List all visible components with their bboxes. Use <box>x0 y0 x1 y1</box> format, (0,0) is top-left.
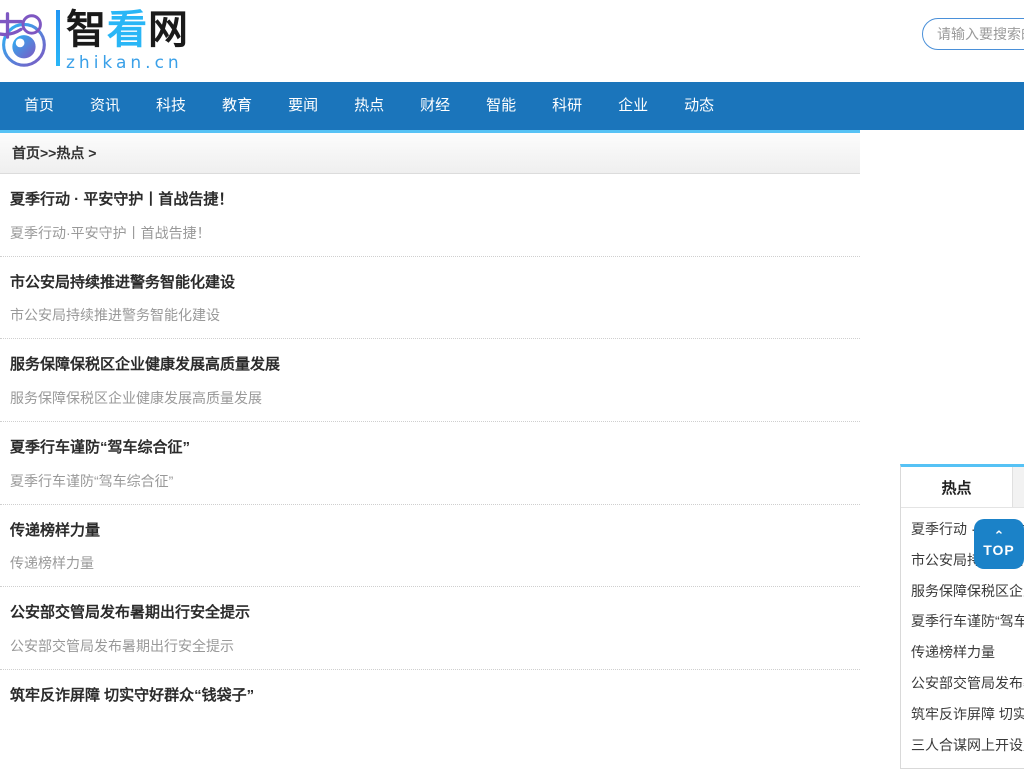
news-description: 市公安局持续推进警务智能化建设 <box>10 307 220 324</box>
nav-item-education[interactable]: 教育 <box>204 82 270 130</box>
nav-item-research[interactable]: 科研 <box>534 82 600 130</box>
back-to-top-label: TOP <box>983 542 1015 558</box>
news-title[interactable]: 夏季行车谨防“驾车综合征” <box>10 438 850 458</box>
breadcrumb-text[interactable]: 首页>>热点 > <box>12 143 96 163</box>
search-input[interactable] <box>923 26 1024 42</box>
logo-text: 智看网 zhikan.cn <box>66 8 189 72</box>
back-to-top-button[interactable]: ⌃ TOP <box>974 519 1024 569</box>
news-title[interactable]: 公安部交管局发布暑期出行安全提示 <box>10 603 850 623</box>
sidebar-list-item[interactable]: 筑牢反诈屏障 切实守好群众“钱袋子” <box>901 699 1024 730</box>
news-list-item[interactable]: 传递榜样力量 传递榜样力量 <box>0 505 860 588</box>
breadcrumb: 首页>>热点 > <box>0 130 860 174</box>
nav-item-smart[interactable]: 智能 <box>468 82 534 130</box>
nav-item-headlines[interactable]: 要闻 <box>270 82 336 130</box>
news-title[interactable]: 夏季行动 · 平安守护丨首战告捷！ <box>10 190 850 210</box>
sidebar-tabs: 热点 <box>901 467 1024 508</box>
news-title[interactable]: 传递榜样力量 <box>10 521 850 541</box>
news-list-item[interactable]: 服务保障保税区企业健康发展高质量发展 服务保障保税区企业健康发展高质量发展 <box>0 339 860 423</box>
sidebar-list-item[interactable]: 夏季行车谨防“驾车综合征” <box>901 606 1024 637</box>
news-title[interactable]: 市公安局持续推进警务智能化建设 <box>10 273 850 293</box>
nav-item-tech[interactable]: 科技 <box>138 82 204 130</box>
page-content: 首页>>热点 > 夏季行动 · 平安守护丨首战告捷！ 夏季行动·平安守护丨首战告… <box>0 130 1024 734</box>
news-list-item[interactable]: 筑牢反诈屏障 切实守好群众“钱袋子” <box>0 670 860 734</box>
logo-char-kan: 看 <box>107 6 148 53</box>
main-navigation: 首页 资讯 科技 教育 要闻 热点 财经 智能 科研 企业 动态 <box>0 82 1024 130</box>
nav-item-news[interactable]: 资讯 <box>72 82 138 130</box>
logo-domain: zhikan.cn <box>66 53 183 73</box>
news-title[interactable]: 筑牢反诈屏障 切实守好群众“钱袋子” <box>10 686 850 706</box>
news-description: 公安部交管局发布暑期出行安全提示 <box>10 637 234 654</box>
sidebar-list-item[interactable]: 传递榜样力量 <box>901 637 1024 668</box>
logo-char-zhi: 智 <box>66 6 107 53</box>
sidebar-list-item[interactable]: 服务保障保税区企业健康发展高质量发展 <box>901 576 1024 607</box>
news-list: 夏季行动 · 平安守护丨首战告捷！ 夏季行动·平安守护丨首战告捷！ 市公安局持续… <box>0 174 860 734</box>
hot-topics-sidebar: 热点 夏季行动 · 平安守护丨首战告捷！ 市公安局持续推进警务智能化建设 服务保… <box>900 464 1024 769</box>
news-list-item[interactable]: 夏季行车谨防“驾车综合征” 夏季行车谨防“驾车综合征” <box>0 422 860 505</box>
sidebar-tab-secondary[interactable] <box>1012 467 1024 507</box>
sidebar-tab-hot[interactable]: 热点 <box>901 467 1012 507</box>
news-description: 夏季行车谨防“驾车综合征” <box>10 472 174 489</box>
news-description: 传递榜样力量 <box>10 555 94 572</box>
nav-item-trends[interactable]: 动态 <box>666 82 732 130</box>
search-box[interactable] <box>922 18 1024 50</box>
logo-char-wang: 网 <box>148 6 189 53</box>
site-logo[interactable]: 智看网 zhikan.cn <box>0 8 189 72</box>
sidebar-list-item[interactable]: 三人合谋网上开设赌场 <box>901 730 1024 761</box>
news-list-item[interactable]: 公安部交管局发布暑期出行安全提示 公安部交管局发布暑期出行安全提示 <box>0 587 860 671</box>
nav-item-home[interactable]: 首页 <box>6 82 72 130</box>
logo-divider <box>56 10 60 66</box>
eye-logo-icon <box>0 12 46 67</box>
nav-item-hot[interactable]: 热点 <box>336 82 402 130</box>
news-description: 服务保障保税区企业健康发展高质量发展 <box>10 389 262 406</box>
chevron-up-icon: ⌃ <box>993 528 1005 543</box>
nav-item-company[interactable]: 企业 <box>600 82 666 130</box>
news-description: 夏季行动·平安守护丨首战告捷！ <box>10 224 211 241</box>
news-list-item[interactable]: 夏季行动 · 平安守护丨首战告捷！ 夏季行动·平安守护丨首战告捷！ <box>0 174 860 257</box>
sidebar-list-item[interactable]: 公安部交管局发布暑期出行安全提示 <box>901 668 1024 699</box>
news-list-item[interactable]: 市公安局持续推进警务智能化建设 市公安局持续推进警务智能化建设 <box>0 257 860 340</box>
site-header: 智看网 zhikan.cn <box>0 0 1024 82</box>
news-title[interactable]: 服务保障保税区企业健康发展高质量发展 <box>10 355 850 375</box>
nav-item-finance[interactable]: 财经 <box>402 82 468 130</box>
